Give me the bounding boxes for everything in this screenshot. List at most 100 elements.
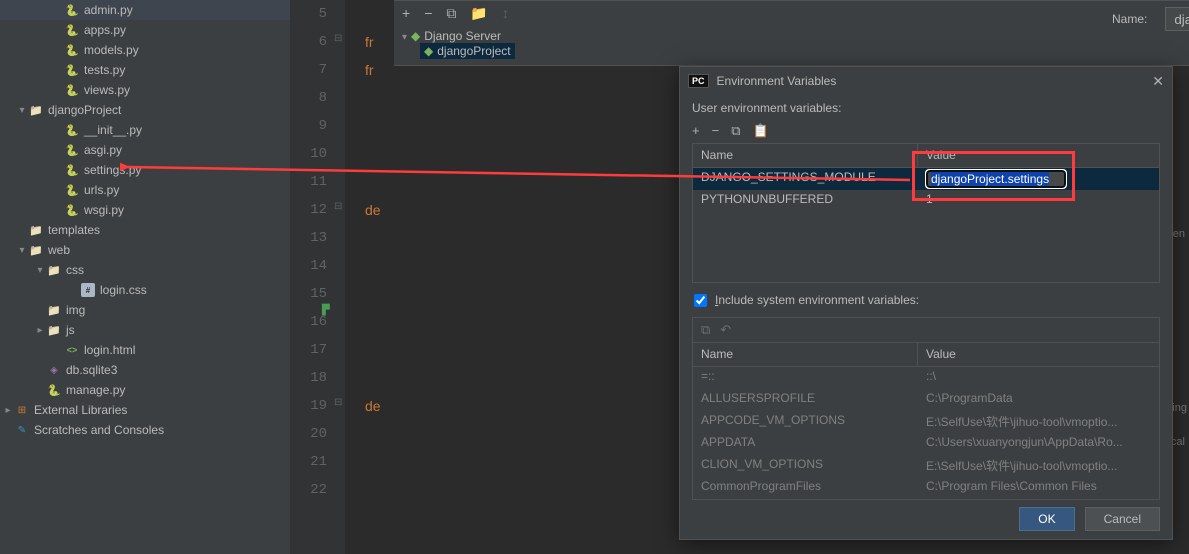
db-icon	[46, 362, 62, 378]
tree-item-admin-py[interactable]: admin.py	[0, 0, 290, 20]
config-item[interactable]: ◆djangoProject	[420, 43, 515, 59]
file-label: css	[66, 263, 84, 277]
tree-item-web[interactable]: ▾web	[0, 240, 290, 260]
tree-item-External-Libraries[interactable]: ▸ External Libraries	[0, 400, 290, 420]
tree-item-wsgi-py[interactable]: wsgi.py	[0, 200, 290, 220]
file-label: db.sqlite3	[66, 363, 117, 377]
add-icon[interactable]: +	[402, 5, 410, 22]
tree-item-apps-py[interactable]: apps.py	[0, 20, 290, 40]
copy-icon: ⧉	[701, 322, 710, 338]
var-name: PYTHONUNBUFFERED	[693, 190, 918, 212]
system-vars-table: ⧉ ↶ Name Value =::::\ALLUSERSPROFILEC:\P…	[692, 317, 1160, 500]
line-number: 17	[290, 336, 345, 364]
tree-item-manage-py[interactable]: manage.py	[0, 380, 290, 400]
chevron-icon[interactable]: ▾	[34, 265, 46, 276]
col-header-name[interactable]: Name	[693, 144, 918, 167]
sys-var-row: ALLUSERSPROFILEC:\ProgramData	[693, 389, 1159, 411]
file-label: img	[66, 303, 85, 317]
py-icon	[64, 2, 80, 18]
config-toolbar: + − ⧉ 📁 ↕	[402, 5, 509, 22]
py-icon	[64, 22, 80, 38]
var-value-input[interactable]	[926, 170, 1066, 188]
chevron-icon[interactable]: ▾	[16, 245, 28, 256]
scratch-icon	[14, 422, 30, 438]
line-number: 9	[290, 112, 345, 140]
tree-item-views-py[interactable]: views.py	[0, 80, 290, 100]
tree-item-img[interactable]: img	[0, 300, 290, 320]
col-header-value[interactable]: Value	[918, 144, 1159, 167]
project-sidebar: admin.pyapps.pymodels.pytests.py views.py…	[0, 0, 290, 554]
folder-icon[interactable]: 📁	[470, 5, 487, 22]
sys-var-row: CLION_VM_OPTIONSE:\SelfUse\软件\jihuo-tool…	[693, 455, 1159, 477]
chevron-icon[interactable]: ▾	[16, 105, 28, 116]
tree-item-asgi-py[interactable]: asgi.py	[0, 140, 290, 160]
user-vars-table: Name Value DJANGO_SETTINGS_MODULEdjangoP…	[692, 143, 1160, 283]
ok-button[interactable]: OK	[1019, 507, 1074, 531]
remove-icon[interactable]: −	[424, 5, 432, 22]
file-label: asgi.py	[84, 143, 122, 157]
undo-icon: ↶	[720, 322, 731, 338]
line-number: 13	[290, 224, 345, 252]
add-icon[interactable]: +	[692, 123, 700, 139]
tree-item-settings-py[interactable]: settings.py	[0, 160, 290, 180]
line-number: 14	[290, 252, 345, 280]
chevron-icon[interactable]: ▸	[2, 405, 14, 416]
include-system-checkbox[interactable]	[694, 294, 707, 307]
config-name-input[interactable]	[1165, 7, 1189, 31]
tree-item-djangoProject[interactable]: ▾djangoProject	[0, 100, 290, 120]
copy-icon[interactable]: ⧉	[731, 123, 740, 139]
paste-icon[interactable]: 📋	[752, 123, 768, 139]
dialog-title: Environment Variables	[717, 74, 837, 88]
tree-item-templates[interactable]: templates	[0, 220, 290, 240]
line-number: 18	[290, 364, 345, 392]
col-header-value[interactable]: Value	[918, 343, 1159, 366]
env-var-row[interactable]: PYTHONUNBUFFERED1	[693, 190, 1159, 212]
fold-icon[interactable]: ⊟	[334, 201, 342, 212]
cancel-button[interactable]: Cancel	[1085, 507, 1160, 531]
tree-item-models-py[interactable]: models.py	[0, 40, 290, 60]
close-icon[interactable]: ✕	[1152, 73, 1164, 90]
include-system-label: Include system environment variables:	[715, 293, 919, 307]
line-number: 10	[290, 140, 345, 168]
folder-icon	[28, 222, 44, 238]
fold-icon[interactable]: ⊟	[334, 33, 342, 44]
tree-item-css[interactable]: ▾ css	[0, 260, 290, 280]
file-label: login.html	[84, 343, 135, 357]
chevron-icon[interactable]: ▸	[34, 325, 46, 336]
sys-var-value: C:\Users\xuanyongjun\AppData\Ro...	[918, 433, 1159, 455]
file-label: views.py	[84, 83, 130, 97]
tree-item-urls-py[interactable]: urls.py	[0, 180, 290, 200]
copy-icon[interactable]: ⧉	[446, 5, 456, 22]
sys-var-row: APPCODE_VM_OPTIONSE:\SelfUse\软件\jihuo-to…	[693, 411, 1159, 433]
col-header-name[interactable]: Name	[693, 343, 918, 366]
tree-item-Scratches-and-Consoles[interactable]: Scratches and Consoles	[0, 420, 290, 440]
tree-item-db-sqlite3[interactable]: db.sqlite3	[0, 360, 290, 380]
line-gutter: 5678910111213141516171819202122	[290, 0, 345, 554]
var-value: 1	[918, 190, 1159, 212]
tree-item-login-html[interactable]: login.html	[0, 340, 290, 360]
line-number: 21	[290, 448, 345, 476]
sys-var-value: ::\	[918, 367, 1159, 389]
file-label: manage.py	[66, 383, 125, 397]
env-var-row[interactable]: DJANGO_SETTINGS_MODULEdjangoProject.sett…	[693, 168, 1159, 190]
sys-var-row: =::::\	[693, 367, 1159, 389]
file-label: login.css	[100, 283, 147, 297]
remove-icon[interactable]: −	[712, 123, 720, 139]
sys-var-name: ALLUSERSPROFILE	[693, 389, 918, 411]
folder-icon	[46, 322, 62, 338]
tree-item-__init__-py[interactable]: __init__.py	[0, 120, 290, 140]
sort-icon[interactable]: ↕	[502, 5, 509, 22]
config-group[interactable]: ▾◆Django Server	[402, 29, 515, 43]
py-icon	[46, 382, 62, 398]
tree-item-tests-py[interactable]: tests.py	[0, 60, 290, 80]
code-token: de	[365, 398, 381, 414]
line-number: 8	[290, 84, 345, 112]
tree-item-login-css[interactable]: login.css	[0, 280, 290, 300]
fold-icon[interactable]: ⊟	[334, 397, 342, 408]
env-vars-dialog: PC Environment Variables ✕ User environm…	[679, 66, 1173, 540]
line-number: 22	[290, 476, 345, 504]
tree-item-js[interactable]: ▸js	[0, 320, 290, 340]
file-label: External Libraries	[34, 403, 127, 417]
folder-icon	[28, 102, 44, 118]
sys-var-name: APPCODE_VM_OPTIONS	[693, 411, 918, 433]
